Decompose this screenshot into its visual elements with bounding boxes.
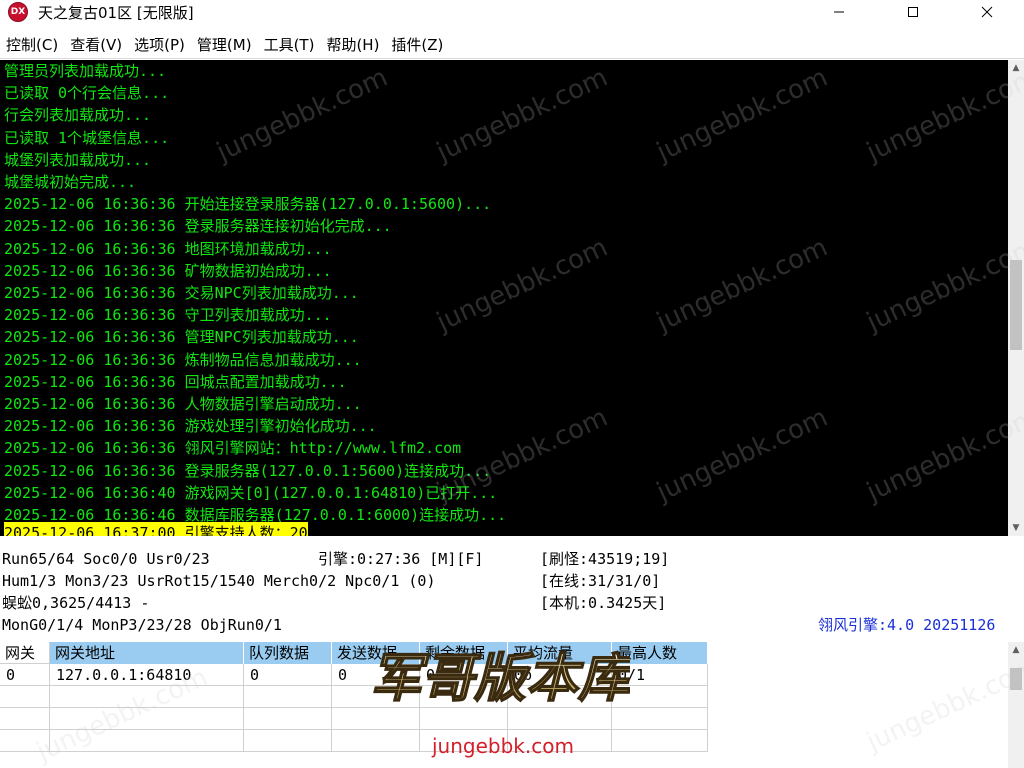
log-line: 2025-12-06 16:36:40 游戏网关[0](127.0.0.1:64…	[4, 483, 498, 502]
cell-average-traffic: 0b	[508, 664, 612, 686]
log-line: 管理员列表加载成功...	[4, 62, 167, 80]
log-line: 2025-12-06 16:36:36 人物数据引擎启动成功...	[4, 395, 362, 413]
col-queue-data[interactable]: 队列数据	[244, 642, 332, 664]
col-gateway-address[interactable]: 网关地址	[50, 642, 244, 664]
menu-manage[interactable]: 管理(M)	[191, 34, 258, 55]
empty-cell	[50, 730, 244, 752]
empty-cell	[332, 730, 420, 752]
empty-cell	[0, 730, 50, 752]
table-row-empty	[0, 686, 708, 708]
log-line: 已读取 0个行会信息...	[4, 84, 170, 103]
empty-cell	[420, 730, 508, 752]
empty-cell	[508, 708, 612, 730]
empty-cell	[332, 686, 420, 708]
empty-cell	[244, 730, 332, 752]
close-button[interactable]	[950, 0, 1024, 24]
minimize-icon	[834, 11, 844, 13]
grid-header: 网关 网关地址 队列数据 发送数据 剩余数据 平均流量 最高人数	[0, 642, 708, 664]
cell-gateway-address: 127.0.0.1:64810	[50, 664, 244, 686]
log-line: 2025-12-06 16:36:36 登录服务器(127.0.0.1:5600…	[4, 461, 492, 480]
grid-scroll-thumb[interactable]	[1010, 668, 1022, 690]
log-line: 城堡城初始完成...	[4, 173, 137, 191]
menu-control[interactable]: 控制(C)	[0, 34, 64, 55]
status-monster-refresh: [刷怪:43519;19]	[540, 550, 670, 568]
col-remaining-data[interactable]: 剩余数据	[420, 642, 508, 664]
status-mon: MonG0/1/4 MonP3/23/28 ObjRun0/1	[2, 616, 282, 634]
empty-cell	[50, 708, 244, 730]
status-run: Run65/64 Soc0/0 Usr0/23	[2, 550, 210, 568]
menu-plugins[interactable]: 插件(Z)	[385, 34, 449, 55]
empty-cell	[0, 708, 50, 730]
menu-bar: 控制(C) 查看(V) 选项(P) 管理(M) 工具(T) 帮助(H) 插件(Z…	[0, 32, 1024, 56]
cell-remaining-data: 0	[420, 664, 508, 686]
log-console[interactable]: 管理员列表加载成功... 已读取 0个行会信息... 行会列表加载成功... 已读取 …	[0, 60, 1008, 536]
status-engine-version: 翎风引擎:4.0 20251126	[818, 616, 996, 634]
scroll-down-icon[interactable]: ▼	[1008, 520, 1024, 536]
scroll-up-icon[interactable]: ▲	[1008, 60, 1024, 76]
maximize-button[interactable]	[876, 0, 950, 24]
status-centipede: 蜈蚣0,3625/4413 -	[2, 594, 150, 612]
empty-cell	[50, 686, 244, 708]
menu-options[interactable]: 选项(P)	[128, 34, 191, 55]
log-line: 2025-12-06 16:36:36 管理NPC列表加载成功...	[4, 328, 359, 347]
table-row-empty	[0, 730, 708, 752]
cell-send-data: 0	[332, 664, 420, 686]
log-line: 2025-12-06 16:36:36 交易NPC列表加载成功...	[4, 284, 359, 302]
minimize-button[interactable]	[802, 0, 876, 24]
log-line: 2025-12-06 16:36:36 翎风引擎网站：http://www.lf…	[4, 439, 462, 458]
col-send-data[interactable]: 发送数据	[332, 642, 420, 664]
status-local: [本机:0.3425天]	[540, 594, 667, 612]
menu-divider	[0, 58, 1024, 59]
window-controls	[802, 0, 1024, 24]
log-line: 2025-12-06 16:36:36 回城点配置加载成功...	[4, 372, 347, 391]
empty-cell	[244, 686, 332, 708]
status-hum: Hum1/3 Mon3/23 UsrRot15/1540 Merch0/2 Np…	[2, 572, 436, 590]
table-row-empty	[0, 708, 708, 730]
grid-scrollbar[interactable]: ▲	[1008, 642, 1024, 768]
menu-tools[interactable]: 工具(T)	[258, 34, 321, 55]
col-gateway[interactable]: 网关	[0, 642, 50, 664]
maximize-icon	[908, 7, 918, 17]
col-max-users[interactable]: 最高人数	[612, 642, 708, 664]
log-line: 2025-12-06 16:36:36 开始连接登录服务器(127.0.0.1:…	[4, 195, 492, 214]
menu-help[interactable]: 帮助(H)	[320, 34, 385, 55]
grid-scroll-up-icon[interactable]: ▲	[1008, 642, 1024, 658]
log-line: 2025-12-06 16:37:00 引擎支持人数：20	[4, 522, 308, 536]
log-line: 行会列表加载成功...	[4, 106, 152, 125]
log-line: 已读取 1个城堡信息...	[4, 128, 170, 147]
empty-cell	[508, 686, 612, 708]
empty-cell	[508, 730, 612, 752]
log-line: 2025-12-06 16:36:36 炼制物品信息加载成功...	[4, 350, 362, 369]
empty-cell	[612, 730, 708, 752]
scroll-thumb[interactable]	[1010, 260, 1022, 350]
log-line: 2025-12-06 16:36:36 登录服务器连接初始化完成...	[4, 217, 392, 236]
empty-cell	[244, 708, 332, 730]
log-line: 2025-12-06 16:36:36 守卫列表加载成功...	[4, 306, 332, 325]
menu-view[interactable]: 查看(V)	[64, 34, 128, 55]
cell-queue-data: 0	[244, 664, 332, 686]
cell-max-users: 0/1	[612, 664, 708, 686]
log-line: 2025-12-06 16:36:36 矿物数据初始成功...	[4, 261, 332, 280]
app-icon[interactable]: DX	[8, 2, 28, 22]
title-bar: DX 天之复古01区 [无限版]	[0, 0, 1024, 24]
empty-cell	[0, 686, 50, 708]
status-panel: Run65/64 Soc0/0 Usr0/23 引擎:0:27:36 [M][F…	[0, 540, 1024, 640]
gateway-grid[interactable]: 网关 网关地址 队列数据 发送数据 剩余数据 平均流量 最高人数 0 127.0…	[0, 642, 1008, 768]
empty-cell	[612, 708, 708, 730]
console-scrollbar[interactable]: ▲ ▼	[1008, 60, 1024, 536]
empty-cell	[612, 686, 708, 708]
table-row[interactable]: 0 127.0.0.1:64810 0 0 0 0b 0/1	[0, 664, 708, 686]
log-line: 城堡列表加载成功...	[4, 150, 152, 169]
status-online: [在线:31/31/0]	[540, 572, 661, 590]
empty-cell	[420, 708, 508, 730]
col-average-traffic[interactable]: 平均流量	[508, 642, 612, 664]
empty-cell	[420, 686, 508, 708]
log-line: 2025-12-06 16:36:36 地图环境加载成功...	[4, 239, 332, 258]
close-icon	[981, 6, 993, 18]
status-engine-time: 引擎:0:27:36 [M][F]	[318, 550, 484, 568]
empty-cell	[332, 708, 420, 730]
cell-gateway: 0	[0, 664, 50, 686]
log-line: 2025-12-06 16:36:36 游戏处理引擎初始化成功...	[4, 417, 377, 436]
window-title: 天之复古01区 [无限版]	[38, 3, 194, 22]
